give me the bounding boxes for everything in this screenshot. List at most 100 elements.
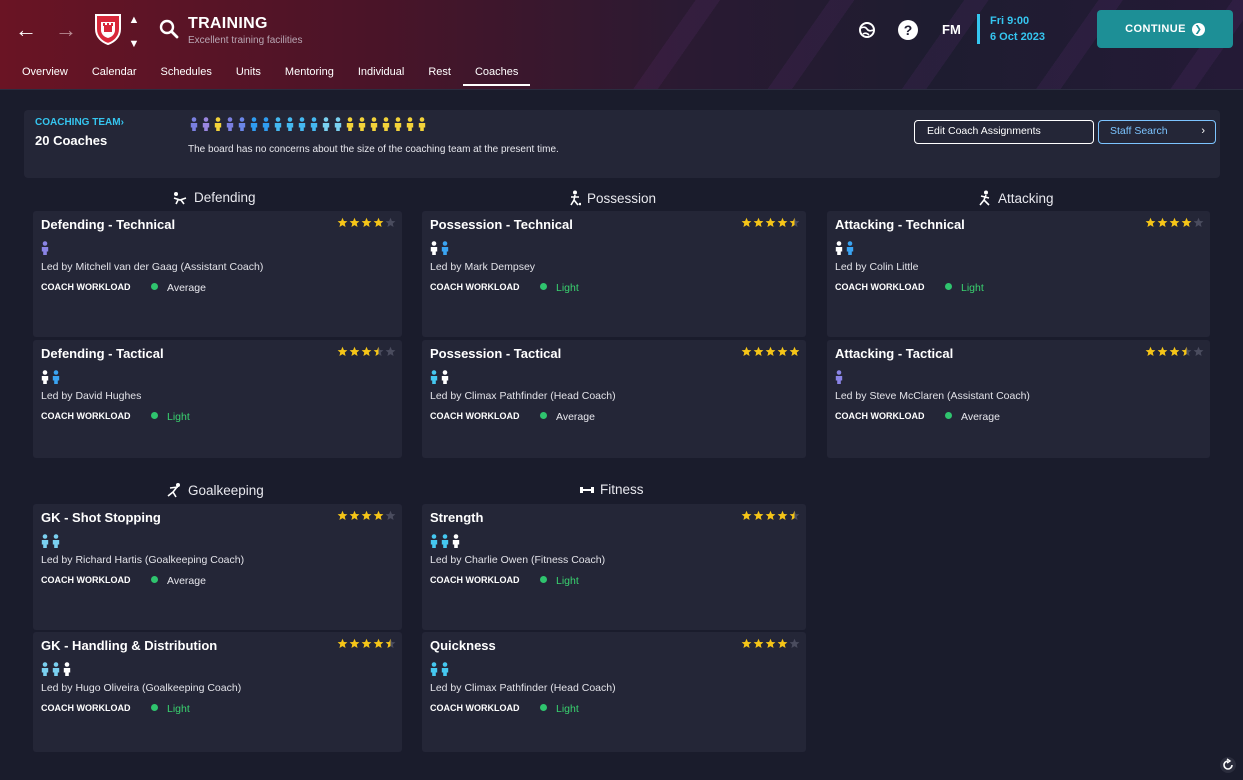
card-title: Possession - Tactical xyxy=(430,346,562,361)
tab-coaches[interactable]: Coaches xyxy=(462,64,531,86)
coach-person-icon xyxy=(52,662,60,676)
training-unit-card[interactable]: Defending - Technical Led by Mitchell van… xyxy=(33,211,402,337)
star-rating xyxy=(741,638,800,649)
fitness-icon xyxy=(580,486,594,493)
workload-label: COACH WORKLOAD xyxy=(430,282,520,292)
star-icon xyxy=(741,346,752,356)
star-icon xyxy=(349,638,360,648)
category-possession-label: Possession xyxy=(587,190,657,206)
star-icon xyxy=(385,217,396,227)
star-icon xyxy=(765,217,776,227)
led-by-text: Led by Climax Pathfinder (Head Coach) xyxy=(430,682,616,694)
star-icon xyxy=(1157,346,1168,356)
coach-icon xyxy=(238,117,246,131)
coach-person-icon xyxy=(430,241,438,255)
edit-coach-assignments-button[interactable]: Edit Coach Assignments xyxy=(914,120,1094,144)
training-unit-card[interactable]: Attacking - Technical Led by Colin Little… xyxy=(827,211,1210,337)
continue-button[interactable]: CONTINUE ❯ xyxy=(1097,10,1233,48)
coach-icon xyxy=(226,117,234,131)
refresh-icon[interactable] xyxy=(1219,756,1237,774)
training-unit-card[interactable]: Attacking - Tactical Led by Steve McClare… xyxy=(827,340,1210,458)
star-icon xyxy=(1181,217,1192,227)
star-rating xyxy=(337,638,396,649)
workload-label: COACH WORKLOAD xyxy=(41,282,131,292)
game-time: Fri 9:00 xyxy=(990,15,1030,27)
workload-value: Average xyxy=(556,411,595,423)
star-rating xyxy=(337,510,396,521)
training-unit-card[interactable]: Possession - Technical Led by Mark Dempse… xyxy=(422,211,806,337)
tab-overview[interactable]: Overview xyxy=(10,64,80,86)
workload-status-dot xyxy=(540,283,547,290)
help-icon[interactable]: ? xyxy=(898,20,918,40)
game-date: 6 Oct 2023 xyxy=(990,31,1046,43)
workload-status-dot xyxy=(151,412,158,419)
coach-icon xyxy=(286,117,294,131)
tab-rest[interactable]: Rest xyxy=(416,64,463,86)
star-icon xyxy=(1169,217,1180,227)
training-unit-card[interactable]: GK - Shot Stopping Led by Richard Hartis … xyxy=(33,504,402,630)
star-icon xyxy=(361,638,372,648)
fm-logo[interactable]: FM xyxy=(942,20,961,40)
club-crest-icon[interactable] xyxy=(94,13,122,45)
continue-arrow-icon: ❯ xyxy=(1191,22,1205,36)
tab-mentoring[interactable]: Mentoring xyxy=(273,64,346,86)
coach-icon xyxy=(358,117,366,131)
date-divider xyxy=(977,14,980,44)
training-unit-card[interactable]: GK - Handling & Distribution Led by Hugo … xyxy=(33,632,402,752)
card-title: GK - Handling & Distribution xyxy=(41,638,218,653)
assigned-coaches xyxy=(430,662,449,676)
back-arrow-icon[interactable]: ← xyxy=(12,16,40,44)
workload-value: Light xyxy=(961,282,984,294)
star-icon xyxy=(777,638,788,648)
coach-person-icon xyxy=(452,534,460,548)
coach-person-icon xyxy=(441,370,449,384)
coach-person-icon xyxy=(430,662,438,676)
workload-value: Average xyxy=(961,411,1000,423)
training-unit-card[interactable]: Strength Led by Charlie Owen (Fitness Coa… xyxy=(422,504,806,630)
coaching-team-link[interactable]: COACHING TEAM› xyxy=(35,117,124,128)
coach-icon xyxy=(382,117,390,131)
tab-individual[interactable]: Individual xyxy=(346,64,416,86)
forward-arrow-icon[interactable]: → xyxy=(52,16,80,44)
coach-icon xyxy=(190,117,198,131)
training-unit-card[interactable]: Defending - Tactical Led by David Hughes C… xyxy=(33,340,402,458)
card-title: Possession - Technical xyxy=(430,217,573,232)
search-icon[interactable] xyxy=(158,18,180,40)
star-icon xyxy=(1145,217,1156,227)
star-rating xyxy=(741,217,800,228)
star-icon xyxy=(753,638,764,648)
tab-calendar[interactable]: Calendar xyxy=(80,64,149,86)
staff-search-label: Staff Search xyxy=(1110,125,1168,137)
workload-label: COACH WORKLOAD xyxy=(41,575,131,585)
globe-icon[interactable] xyxy=(857,20,877,40)
workload-label: COACH WORKLOAD xyxy=(41,703,131,713)
coach-person-icon xyxy=(52,534,60,548)
assigned-coaches xyxy=(430,241,449,255)
star-rating xyxy=(1145,217,1204,228)
coach-icon xyxy=(298,117,306,131)
training-unit-card[interactable]: Possession - Tactical Led by Climax Pathf… xyxy=(422,340,806,458)
coach-icon xyxy=(346,117,354,131)
training-unit-card[interactable]: Quickness Led by Climax Pathfinder (Head … xyxy=(422,632,806,752)
star-icon xyxy=(349,346,360,356)
star-icon xyxy=(1193,217,1204,227)
star-rating xyxy=(337,217,396,228)
coach-person-icon xyxy=(430,370,438,384)
tab-schedules[interactable]: Schedules xyxy=(148,64,223,86)
led-by-text: Led by David Hughes xyxy=(41,390,142,402)
staff-search-button[interactable]: Staff Search › xyxy=(1098,120,1216,144)
coach-icon xyxy=(214,117,222,131)
star-icon xyxy=(1145,346,1156,356)
tab-units[interactable]: Units xyxy=(224,64,273,86)
category-defending-label: Defending xyxy=(194,190,256,205)
led-by-text: Led by Colin Little xyxy=(835,261,919,273)
workload-status-dot xyxy=(540,576,547,583)
coach-person-icon xyxy=(846,241,854,255)
star-icon xyxy=(765,510,776,520)
category-attacking-label: Attacking xyxy=(998,190,1054,206)
coach-icon xyxy=(274,117,282,131)
card-title: Attacking - Tactical xyxy=(835,346,954,361)
assigned-coaches xyxy=(41,662,71,676)
star-icon xyxy=(753,510,764,520)
club-switch-icon[interactable]: ▲ ▼ xyxy=(128,14,140,50)
